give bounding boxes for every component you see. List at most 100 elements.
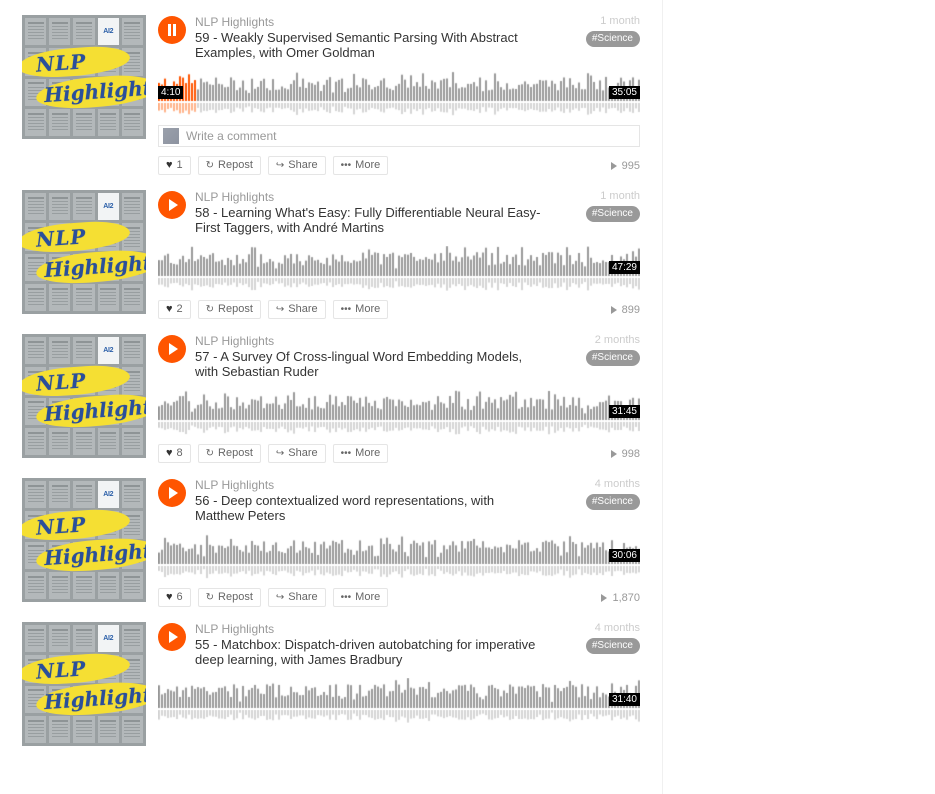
play-icon	[169, 487, 178, 499]
play-count-value: 995	[621, 159, 640, 172]
artwork-paper-tile	[121, 715, 143, 743]
track-artist[interactable]: NLP Highlights	[195, 622, 544, 636]
track-artwork[interactable]: AI2 NLP Highlights	[22, 190, 146, 314]
pause-button[interactable]	[158, 16, 186, 44]
artwork-paper-tile	[121, 571, 143, 599]
comment-box[interactable]: Write a comment	[158, 125, 640, 147]
waveform-bars	[158, 246, 640, 291]
play-button[interactable]	[158, 623, 186, 651]
repost-button-icon: ↻	[205, 304, 215, 315]
artwork-paper-tile	[73, 337, 95, 365]
track-tag[interactable]: #Science	[585, 350, 640, 366]
artwork-paper-tile: AI2	[97, 193, 119, 221]
artwork-paper-tile	[97, 715, 119, 743]
artwork-paper-tile	[121, 283, 143, 311]
waveform[interactable]: 31:45	[158, 390, 640, 435]
play-count: 998	[610, 448, 640, 460]
more-button[interactable]: ••• More	[332, 588, 389, 607]
artwork-paper-tile	[121, 481, 143, 509]
track-artist[interactable]: NLP Highlights	[195, 15, 544, 29]
play-button[interactable]	[158, 479, 186, 507]
like-button-icon: ♥	[166, 591, 173, 603]
track-title[interactable]: 57 - A Survey Of Cross-lingual Word Embe…	[195, 349, 544, 379]
track-header: NLP Highlights 55 - Matchbox: Dispatch-dr…	[158, 622, 640, 667]
waveform-canvas[interactable]	[158, 678, 640, 723]
waveform-canvas[interactable]	[158, 71, 640, 116]
share-button-icon: ↪	[275, 592, 285, 603]
share-button[interactable]: ↪ Share	[267, 444, 326, 463]
artwork-paper-tile	[97, 427, 119, 455]
waveform[interactable]: 47:29	[158, 246, 640, 291]
more-button[interactable]: ••• More	[332, 444, 389, 463]
pause-icon	[173, 24, 176, 36]
artwork-paper-tile	[73, 427, 95, 455]
share-button[interactable]: ↪ Share	[267, 588, 326, 607]
track-title[interactable]: 55 - Matchbox: Dispatch-driven autobatch…	[195, 637, 544, 667]
more-button-icon: •••	[340, 592, 352, 603]
waveform[interactable]: 31:40	[158, 678, 640, 723]
track-artwork[interactable]: AI2 NLP Highlights	[22, 478, 146, 602]
like-button[interactable]: ♥ 8	[158, 444, 191, 463]
like-button-icon: ♥	[166, 447, 173, 459]
track-artwork[interactable]: AI2 NLP Highlights	[22, 622, 146, 746]
like-button[interactable]: ♥ 6	[158, 588, 191, 607]
track-tag[interactable]: #Science	[585, 206, 640, 222]
track-artwork[interactable]: AI2 NLP Highlights	[22, 15, 146, 139]
waveform-bars	[158, 678, 640, 723]
pause-icon	[168, 24, 171, 36]
waveform-canvas[interactable]	[158, 390, 640, 435]
track-tag[interactable]: #Science	[585, 31, 640, 47]
track-tag[interactable]: #Science	[585, 494, 640, 510]
play-button[interactable]	[158, 191, 186, 219]
comment-input-placeholder[interactable]: Write a comment	[186, 129, 276, 143]
more-button[interactable]: ••• More	[332, 156, 389, 175]
track-title[interactable]: 56 - Deep contextualized word representa…	[195, 493, 544, 523]
share-button[interactable]: ↪ Share	[267, 300, 326, 319]
repost-button[interactable]: ↻ Repost	[197, 588, 261, 607]
repost-button[interactable]: ↻ Repost	[197, 300, 261, 319]
track-timestamp: 1 month	[600, 15, 640, 27]
play-count-value: 1,870	[612, 591, 640, 604]
waveform[interactable]: 30:06	[158, 534, 640, 579]
artwork-title-nlp: NLP	[35, 49, 88, 77]
track-actions: ♥ 6 ↻ Repost ↪ Share ••• More 1,870	[158, 588, 640, 607]
track-artist[interactable]: NLP Highlights	[195, 478, 544, 492]
play-count: 1,870	[601, 592, 640, 604]
share-button-label: Share	[288, 447, 318, 459]
track-artwork[interactable]: AI2 NLP Highlights	[22, 334, 146, 458]
track-meta: 4 months #Science	[548, 622, 640, 654]
share-button[interactable]: ↪ Share	[267, 156, 326, 175]
artwork-paper-tile: AI2	[97, 481, 119, 509]
artwork-paper-tile	[25, 108, 47, 136]
like-button-label: 1	[176, 159, 183, 171]
artwork-paper-tile	[121, 108, 143, 136]
artwork-paper-tile	[49, 18, 71, 46]
artwork-paper-tile: AI2	[97, 625, 119, 653]
track-title[interactable]: 59 - Weakly Supervised Semantic Parsing …	[195, 30, 544, 60]
track-body: NLP Highlights 56 - Deep contextualized w…	[158, 478, 640, 607]
more-button-label: More	[355, 159, 381, 171]
track-header: NLP Highlights 59 - Weakly Supervised Sem…	[158, 15, 640, 60]
waveform-canvas[interactable]	[158, 534, 640, 579]
artwork-paper-tile: AI2	[97, 18, 119, 46]
waveform-canvas[interactable]	[158, 246, 640, 291]
track-title[interactable]: 58 - Learning What's Easy: Fully Differe…	[195, 205, 544, 235]
play-button[interactable]	[158, 335, 186, 363]
repost-button[interactable]: ↻ Repost	[197, 156, 261, 175]
like-button[interactable]: ♥ 1	[158, 156, 191, 175]
more-button[interactable]: ••• More	[332, 300, 389, 319]
artwork-paper-tile	[97, 283, 119, 311]
repost-button[interactable]: ↻ Repost	[197, 444, 261, 463]
share-button-label: Share	[288, 159, 318, 171]
waveform[interactable]: 4:10 35:05	[158, 71, 640, 116]
track-artist[interactable]: NLP Highlights	[195, 334, 544, 348]
artwork-paper-tile	[25, 337, 47, 365]
track-timestamp: 1 month	[600, 190, 640, 202]
artwork-title-nlp: NLP	[35, 224, 88, 252]
track-actions: ♥ 1 ↻ Repost ↪ Share ••• More 995	[158, 156, 640, 175]
track-tag[interactable]: #Science	[585, 638, 640, 654]
like-button[interactable]: ♥ 2	[158, 300, 191, 319]
track-artist[interactable]: NLP Highlights	[195, 190, 544, 204]
artwork-paper-tile	[121, 427, 143, 455]
artwork-paper-tile	[25, 193, 47, 221]
